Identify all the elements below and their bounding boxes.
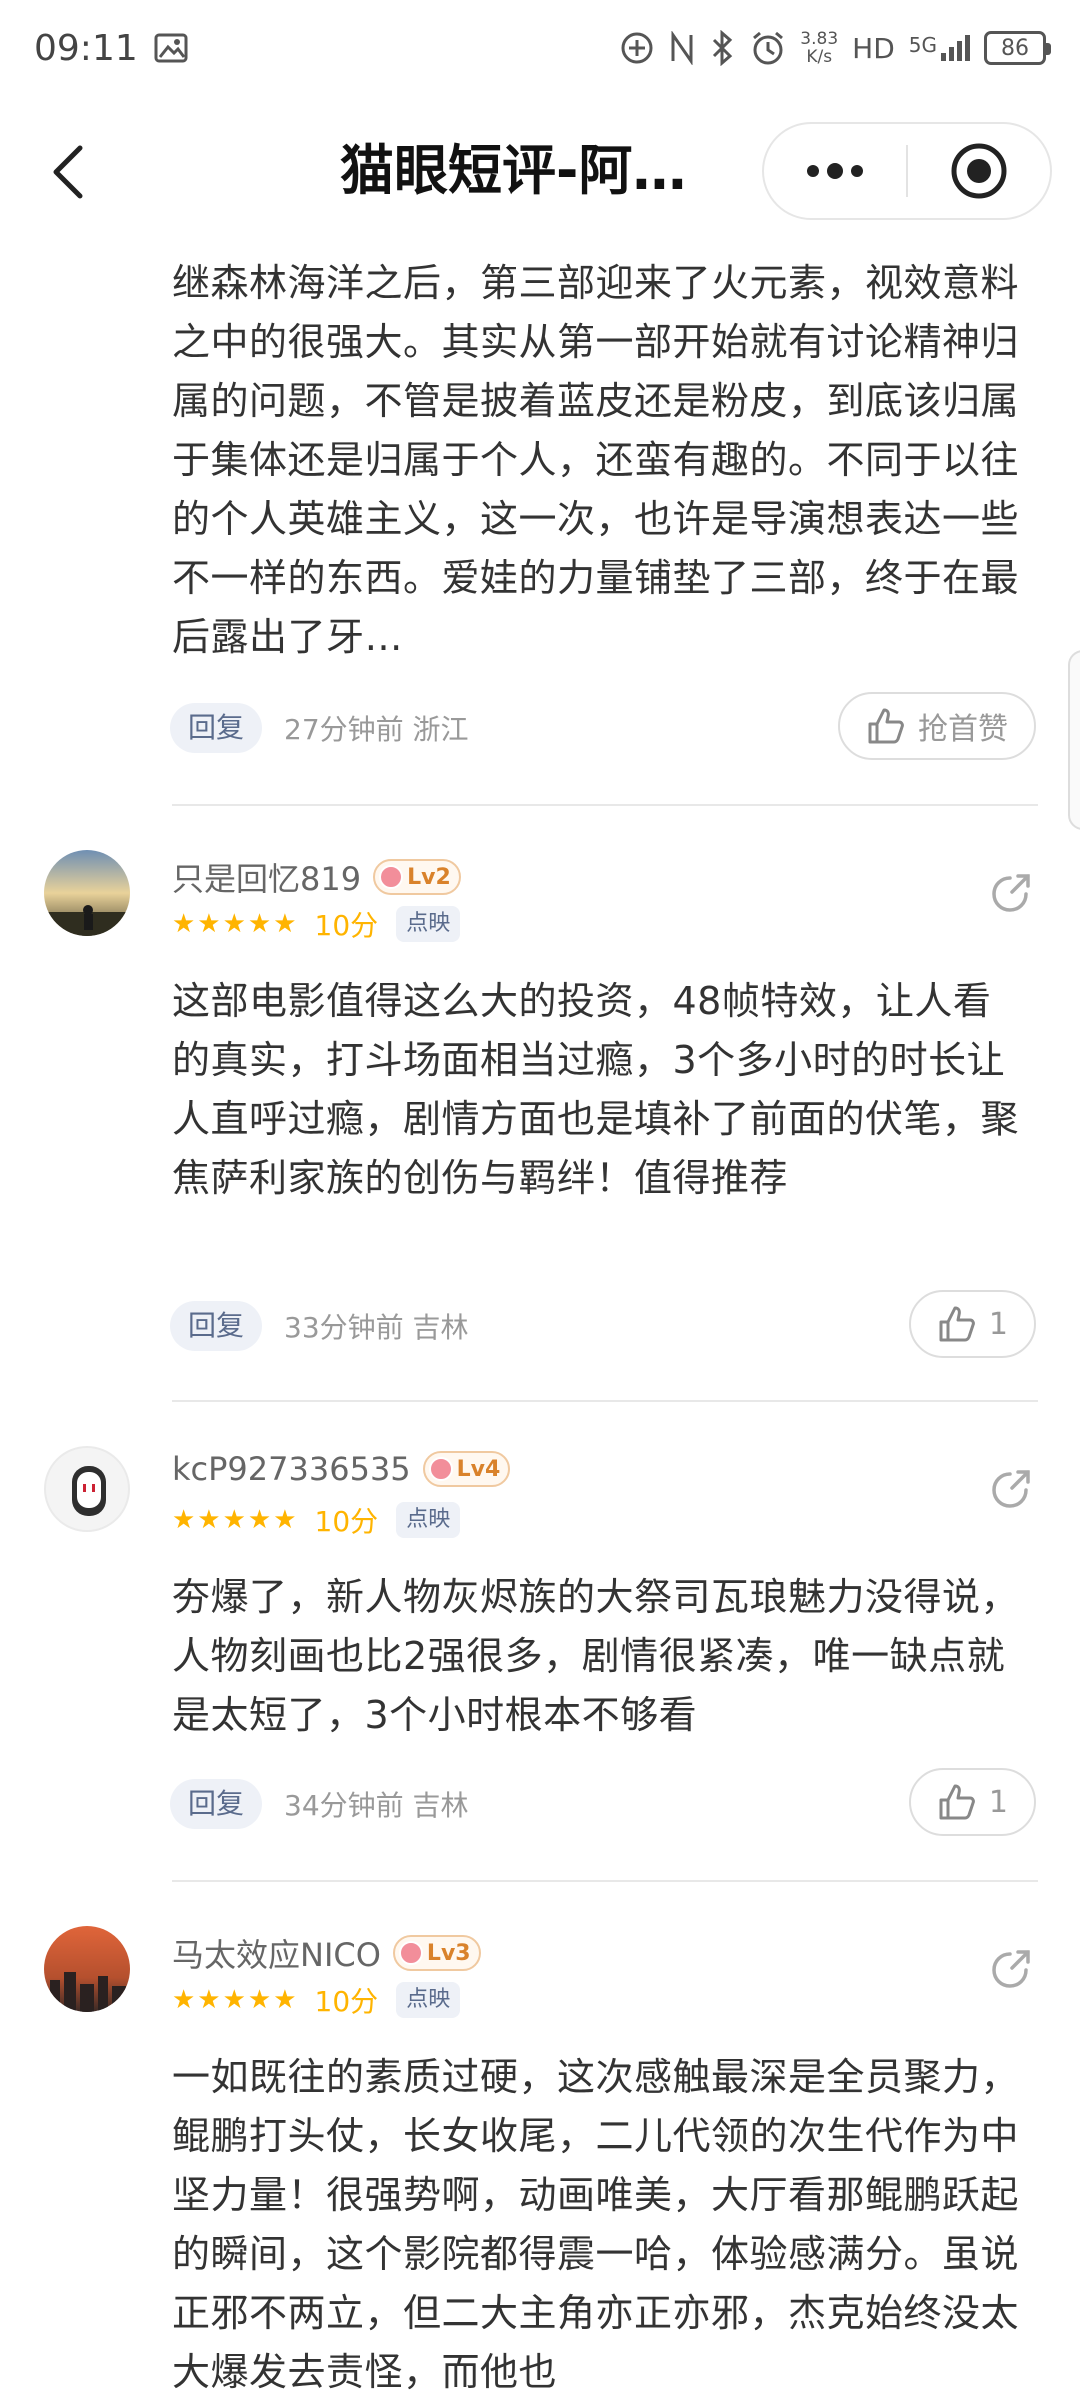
battery-indicator: 86 [984, 31, 1051, 65]
star-rating: ★★★★★ [172, 909, 299, 939]
hd-indicator: HD [852, 31, 895, 65]
back-button[interactable] [38, 134, 98, 210]
thumb-up-icon [868, 708, 904, 744]
add-circle-icon [621, 32, 653, 64]
page-title: 猫眼短评-阿… [340, 139, 687, 202]
signal-indicator: 5G [909, 33, 970, 63]
comment-text: 一如既往的素质过硬，这次感触最深是全员聚力，鲲鹏打头仗，长女收尾，二儿代领的次生… [172, 2055, 1020, 2394]
screening-tag: 点映 [396, 906, 461, 942]
nfc-icon [671, 31, 693, 65]
comment-text: 这部电影值得这么大的投资，48帧特效，让人看的真实，打斗场面相当过瘾，3个多小时… [172, 979, 1020, 1200]
level-badge-icon [398, 1941, 423, 1965]
nav-bar: 猫眼短评-阿… [0, 110, 1080, 234]
comment-meta: 27分钟前 浙江 [284, 713, 469, 746]
comment-meta-row: 回复 33分钟前 吉林 1 [170, 1290, 1040, 1358]
star-rating: ★★★★★ [172, 1985, 299, 2015]
status-bar: 09:11 3.83 K/s HD 5G 86 [0, 0, 1080, 96]
status-time: 09:11 [34, 27, 138, 69]
net-speed: 3.83 K/s [800, 29, 839, 67]
share-icon[interactable] [988, 870, 1034, 916]
miniprogram-capsule [762, 122, 1052, 220]
share-icon[interactable] [988, 1466, 1034, 1512]
more-button[interactable] [764, 124, 906, 218]
user-line: kcP927336535 Lv4 [172, 1450, 511, 1488]
like-button[interactable]: 抢首赞 [838, 692, 1036, 760]
comment-meta: 34分钟前 吉林 [284, 1789, 469, 1822]
score: 10分 [314, 1505, 379, 1538]
thumb-up-icon [939, 1306, 975, 1342]
level-badge: Lv2 [373, 859, 461, 895]
like-button[interactable]: 1 [908, 1768, 1036, 1836]
user-line: 只是回忆819 Lv2 [172, 854, 461, 900]
score: 10分 [314, 1985, 379, 2018]
thumb-up-icon [939, 1784, 975, 1820]
level-badge: Lv3 [392, 1935, 481, 1971]
target-icon [951, 143, 1007, 199]
rating-line: ★★★★★ 10分 点映 [172, 1980, 461, 2020]
reply-button[interactable]: 回复 [170, 703, 263, 753]
reply-button[interactable]: 回复 [170, 1301, 263, 1351]
avatar[interactable] [44, 1446, 130, 1532]
signal-bars-icon [941, 35, 970, 61]
screening-tag: 点映 [396, 1982, 461, 2018]
reply-button[interactable]: 回复 [170, 1779, 263, 1829]
avatar[interactable] [44, 1926, 130, 2012]
avatar[interactable] [44, 850, 130, 936]
level-badge-icon [379, 865, 404, 889]
user-line: 马太效应NICO Lv3 [172, 1930, 481, 1976]
username[interactable]: 马太效应NICO [172, 1930, 381, 1976]
level-badge-icon [428, 1457, 453, 1481]
chevron-left-icon [53, 145, 83, 199]
star-rating: ★★★★★ [172, 1505, 299, 1535]
score: 10分 [314, 909, 379, 942]
rating-line: ★★★★★ 10分 点映 [172, 1500, 461, 1540]
like-label: 抢首赞 [918, 712, 1008, 747]
comment-text: 继森林海洋之后，第三部迎来了火元素，视效意料之中的很强大。其实从第一部开始就有讨… [172, 261, 1020, 659]
divider [172, 804, 1038, 806]
comment-meta-row: 回复 27分钟前 浙江 抢首赞 [170, 692, 1040, 760]
divider [172, 1400, 1038, 1402]
like-count: 1 [988, 1784, 1008, 1820]
level-badge: Lv4 [422, 1451, 511, 1487]
username[interactable]: 只是回忆819 [172, 854, 361, 900]
side-drawer-handle[interactable] [1068, 650, 1080, 830]
close-miniprogram-button[interactable] [908, 124, 1050, 218]
like-count: 1 [988, 1306, 1008, 1342]
gallery-icon [154, 33, 188, 63]
rating-line: ★★★★★ 10分 点映 [172, 904, 461, 944]
share-icon[interactable] [988, 1946, 1034, 1992]
divider [172, 1880, 1038, 1882]
username[interactable]: kcP927336535 [172, 1450, 411, 1488]
like-button[interactable]: 1 [908, 1290, 1036, 1358]
more-dots-icon [807, 163, 863, 179]
comment-meta: 33分钟前 吉林 [284, 1311, 469, 1344]
alarm-icon [753, 31, 784, 65]
comment-meta-row: 回复 34分钟前 吉林 1 [170, 1768, 1040, 1836]
comment-text: 夯爆了，新人物灰烬族的大祭司瓦琅魅力没得说，人物刻画也比2强很多，剧情很紧凑，唯… [172, 1575, 1020, 1737]
bluetooth-icon [713, 30, 733, 66]
screening-tag: 点映 [396, 1502, 461, 1538]
